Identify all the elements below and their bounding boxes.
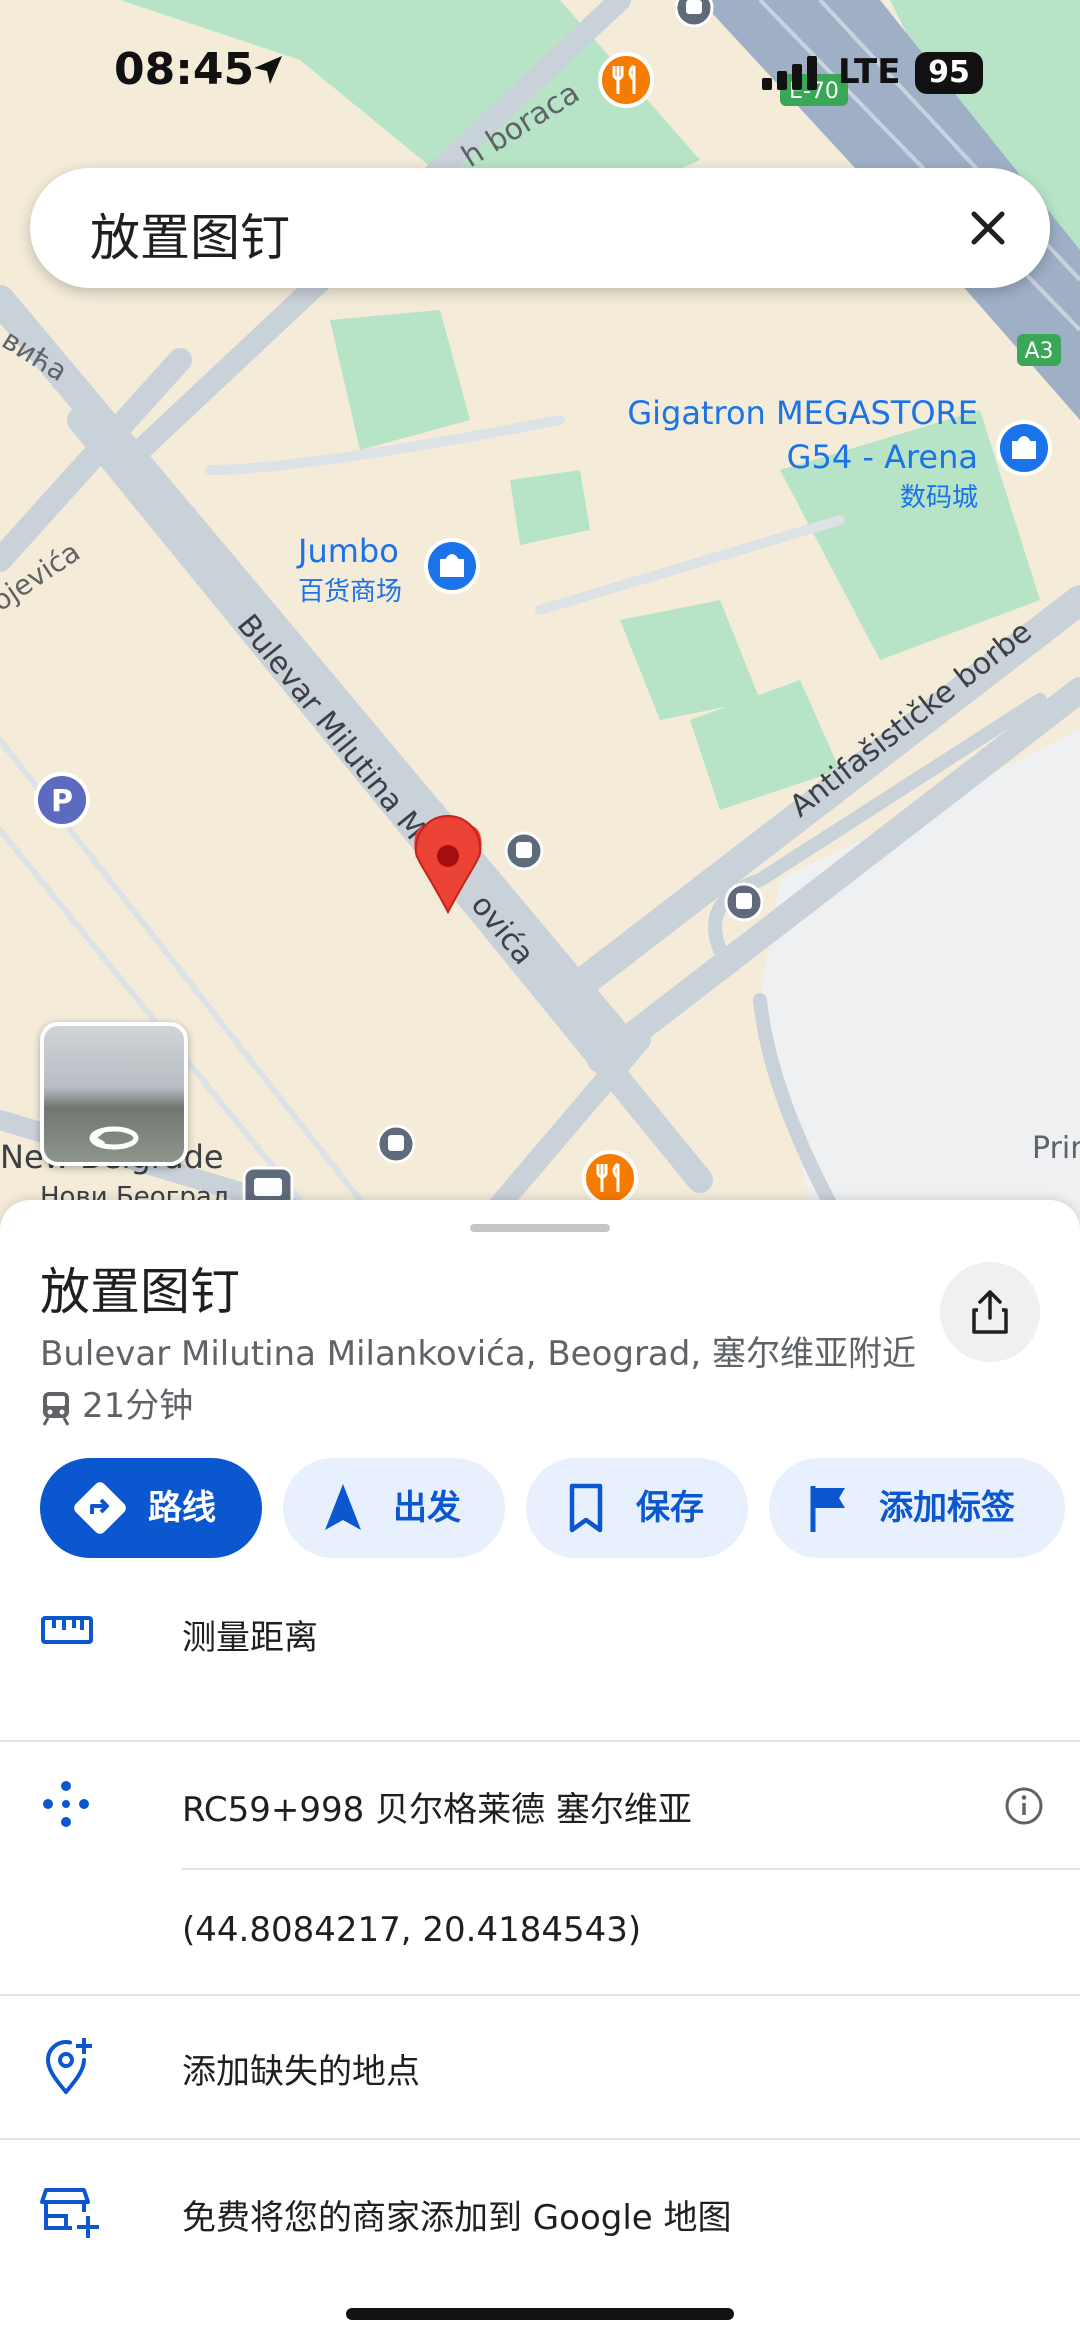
action-chips: 路线 出发 保存 添加标签 xyxy=(40,1458,1080,1558)
coordinates-row[interactable]: (44.8084217, 20.4184543) xyxy=(0,1870,1080,1994)
directions-label: 路线 xyxy=(148,1488,216,1528)
add-label-label: 添加标签 xyxy=(879,1488,1015,1528)
measure-distance-row[interactable]: 测量距离 xyxy=(0,1568,1080,1698)
map-label-poi-sub: 数码城 xyxy=(900,483,978,513)
bookmark-icon xyxy=(569,1483,603,1533)
measure-distance-label: 测量距离 xyxy=(182,1618,318,1658)
status-bar: 08:45 LTE 95 xyxy=(0,0,1080,150)
save-button[interactable]: 保存 xyxy=(526,1458,748,1558)
add-label-button[interactable]: 添加标签 xyxy=(769,1458,1065,1558)
place-address: Bulevar Milutina Milankovića, Beograd, 塞… xyxy=(40,1334,916,1374)
plus-code-row[interactable]: RC59+998 贝尔格莱德 塞尔维亚 xyxy=(0,1742,1080,1868)
drag-handle[interactable] xyxy=(470,1224,610,1232)
plus-code-icon xyxy=(43,1781,89,1827)
info-icon[interactable] xyxy=(1004,1786,1044,1826)
status-time: 08:45 xyxy=(114,44,255,95)
directions-icon xyxy=(74,1482,126,1534)
add-location-icon xyxy=(45,2038,92,2094)
add-missing-place-label: 添加缺失的地点 xyxy=(182,2052,420,2092)
ruler-icon xyxy=(41,1616,93,1644)
transit-time-label: 21分钟 xyxy=(82,1386,194,1426)
search-query[interactable]: 放置图钉 xyxy=(90,198,290,270)
svg-text:P: P xyxy=(51,784,73,819)
search-bar[interactable]: 放置图钉 xyxy=(30,168,1050,288)
place-title: 放置图钉 xyxy=(40,1263,240,1321)
location-arrow-icon xyxy=(254,56,282,84)
share-button[interactable] xyxy=(940,1262,1040,1362)
home-indicator[interactable] xyxy=(346,2308,734,2320)
map-label-poi: Gigatron MEGASTORE xyxy=(627,394,978,432)
map-label-poi: Jumbo xyxy=(296,532,399,570)
map-label-poi-sub: 百货商场 xyxy=(298,577,402,607)
network-type: LTE xyxy=(838,52,901,92)
flag-icon xyxy=(810,1486,845,1532)
cellular-signal-icon xyxy=(762,56,817,90)
coordinates-label[interactable]: (44.8084217, 20.4184543) xyxy=(182,1910,641,1950)
directions-button[interactable]: 路线 xyxy=(40,1458,262,1558)
add-business-icon xyxy=(40,2188,99,2238)
parking-icon[interactable]: P xyxy=(34,772,90,828)
add-business-label: 免费将您的商家添加到 Google 地图 xyxy=(182,2198,732,2238)
share-icon xyxy=(972,1290,1008,1334)
bus-stop-icon[interactable] xyxy=(376,1124,416,1164)
bus-stop-icon[interactable] xyxy=(504,831,544,871)
add-business-row[interactable]: 免费将您的商家添加到 Google 地图 xyxy=(0,2140,1080,2280)
navigation-arrow-icon xyxy=(325,1484,361,1530)
save-label: 保存 xyxy=(636,1488,704,1528)
close-icon[interactable] xyxy=(962,202,1014,254)
add-missing-place-row[interactable]: 添加缺失的地点 xyxy=(0,1996,1080,2136)
restaurant-icon[interactable] xyxy=(582,1150,638,1206)
bus-stop-icon[interactable] xyxy=(724,882,764,922)
start-label: 出发 xyxy=(393,1488,461,1528)
shopping-bag-icon[interactable] xyxy=(424,538,480,594)
highway-shield-a3: A3 xyxy=(1017,334,1061,366)
place-details-sheet[interactable]: 放置图钉 Bulevar Milutina Milankovića, Beogr… xyxy=(0,1200,1080,2341)
plus-code-label[interactable]: RC59+998 贝尔格莱德 塞尔维亚 xyxy=(182,1782,692,1831)
start-button[interactable]: 出发 xyxy=(283,1458,505,1558)
shopping-bag-icon[interactable] xyxy=(996,420,1052,476)
map-label-poi: Prin xyxy=(1032,1131,1080,1166)
map-label-poi: G54 - Arena xyxy=(787,438,978,476)
battery-level: 95 xyxy=(915,52,983,94)
transit-time: 21分钟 xyxy=(40,1378,193,1427)
rotate-360-icon xyxy=(89,1126,139,1150)
train-icon xyxy=(42,1391,70,1426)
street-view-thumbnail[interactable] xyxy=(40,1022,188,1166)
svg-text:A3: A3 xyxy=(1024,339,1053,364)
